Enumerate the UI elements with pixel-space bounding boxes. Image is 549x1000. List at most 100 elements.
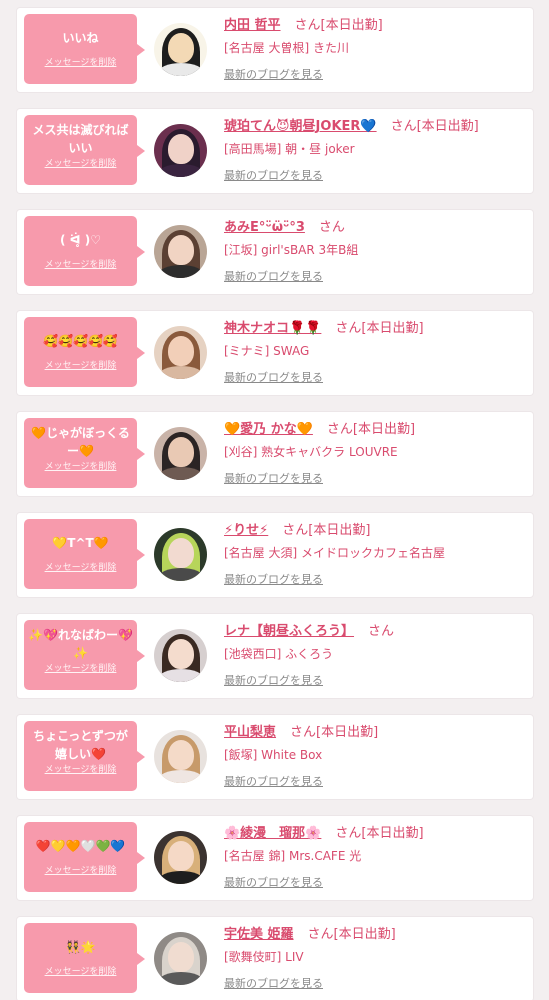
shop-name: [歌舞伎町] LIV	[224, 950, 304, 964]
shop-name: [名古屋 大曽根] きた川	[224, 41, 349, 55]
latest-blog-link[interactable]: 最新のブログを見る	[224, 673, 323, 689]
name-line: 宇佐美 姫羅 さん[本日出勤]	[224, 925, 524, 945]
cast-name-link[interactable]: 🧡愛乃 かな🧡	[224, 422, 313, 437]
cast-info: 宇佐美 姫羅 さん[本日出勤] [歌舞伎町] LIV 最新のブログを見る	[224, 925, 524, 992]
shop-name: [池袋西口] ふくろう	[224, 647, 334, 661]
delete-message-link[interactable]: メッセージを削除	[28, 864, 133, 878]
message-list: いいね メッセージを削除 内田 哲平 さん[本日出勤] [名古屋 大曽根] きた川…	[0, 0, 549, 1000]
honorific: さん	[368, 624, 395, 639]
name-line: 琥珀てん😈朝昼JOKER💙 さん[本日出勤]	[224, 117, 524, 137]
latest-blog-link[interactable]: 最新のブログを見る	[224, 269, 323, 285]
avatar-face	[168, 740, 194, 770]
message-text: 👯🌟	[65, 940, 96, 954]
honorific: さん	[335, 826, 362, 841]
avatar[interactable]	[154, 427, 207, 480]
shop-name: [江坂] girl'sBAR 3年B組	[224, 243, 359, 257]
honorific: さん	[294, 18, 321, 33]
cast-name-link[interactable]: 🌸綾漫 瑠那🌸	[224, 826, 321, 841]
cast-info: レナ【朝昼ふくろう】 さん [池袋西口] ふくろう 最新のブログを見る	[224, 622, 524, 689]
delete-message-link[interactable]: メッセージを削除	[28, 561, 133, 575]
latest-blog-link[interactable]: 最新のブログを見る	[224, 875, 323, 891]
avatar-body	[158, 265, 204, 278]
avatar-body	[158, 164, 204, 177]
avatar[interactable]	[154, 326, 207, 379]
message-bubble: ❤️💛🧡🤍💚💙 メッセージを削除	[24, 822, 145, 892]
message-bubble: 🥰🥰🥰🥰🥰 メッセージを削除	[24, 317, 145, 387]
cast-name-link[interactable]: 平山梨恵	[224, 725, 276, 740]
latest-blog-link[interactable]: 最新のブログを見る	[224, 67, 323, 83]
avatar[interactable]	[154, 528, 207, 581]
delete-message-link[interactable]: メッセージを削除	[28, 258, 133, 272]
latest-blog-link[interactable]: 最新のブログを見る	[224, 471, 323, 487]
latest-blog-link[interactable]: 最新のブログを見る	[224, 370, 323, 386]
avatar[interactable]	[154, 629, 207, 682]
avatar-body	[158, 467, 204, 480]
name-line: ⚡りせ⚡ さん[本日出勤]	[224, 521, 524, 541]
list-item: ❤️💛🧡🤍💚💙 メッセージを削除 🌸綾漫 瑠那🌸 さん[本日出勤] [名古屋 錦]…	[17, 816, 533, 900]
delete-message-link[interactable]: メッセージを削除	[28, 359, 133, 373]
avatar-face	[168, 336, 194, 366]
avatar-face	[168, 639, 194, 669]
avatar[interactable]	[154, 730, 207, 783]
list-item: 👯🌟 メッセージを削除 宇佐美 姫羅 さん[本日出勤] [歌舞伎町] LIV 最新…	[17, 917, 533, 1000]
delete-message-link[interactable]: メッセージを削除	[28, 763, 133, 777]
name-line: レナ【朝昼ふくろう】 さん	[224, 622, 524, 642]
delete-message-link[interactable]: メッセージを削除	[28, 460, 133, 474]
avatar[interactable]	[154, 225, 207, 278]
honorific: さん	[335, 321, 362, 336]
avatar[interactable]	[154, 932, 207, 985]
latest-blog-link[interactable]: 最新のブログを見る	[224, 572, 323, 588]
delete-message-link[interactable]: メッセージを削除	[28, 157, 133, 171]
cast-info: 琥珀てん😈朝昼JOKER💙 さん[本日出勤] [高田馬場] 朝・昼 joker 最…	[224, 117, 524, 184]
shop-name: [飯塚] White Box	[224, 748, 323, 762]
avatar-face	[168, 134, 194, 164]
message-text: ( ᐛ̥ )♡	[60, 233, 101, 247]
message-bubble: 👯🌟 メッセージを削除	[24, 923, 145, 993]
avatar[interactable]	[154, 831, 207, 884]
message-text: ✨💖れなばわー💖✨	[28, 628, 133, 660]
cast-name-link[interactable]: 琥珀てん😈朝昼JOKER💙	[224, 119, 377, 134]
shop-name: [刈谷] 熟女キャバクラ LOUVRE	[224, 445, 398, 459]
message-text: いいね	[62, 31, 99, 45]
cast-info: あみE°ᵕ̈ω̈ᵕ̈°3 さん [江坂] girl'sBAR 3年B組 最新のブロ…	[224, 218, 524, 285]
delete-message-link[interactable]: メッセージを削除	[28, 56, 133, 70]
name-line: 内田 哲平 さん[本日出勤]	[224, 16, 524, 36]
status-badge: [本日出勤]	[308, 523, 371, 538]
list-item: ちょこっとずつが嬉しい❤️ メッセージを削除 平山梨恵 さん[本日出勤] [飯塚]…	[17, 715, 533, 799]
status-badge: [本日出勤]	[316, 725, 379, 740]
avatar-face	[168, 33, 194, 63]
avatar-body	[158, 63, 204, 76]
latest-blog-link[interactable]: 最新のブログを見る	[224, 168, 323, 184]
latest-blog-link[interactable]: 最新のブログを見る	[224, 976, 323, 992]
delete-message-link[interactable]: メッセージを削除	[28, 965, 133, 979]
message-text: 🧡じゃがぼっくるー🧡	[31, 426, 130, 458]
list-item: 🧡じゃがぼっくるー🧡 メッセージを削除 🧡愛乃 かな🧡 さん[本日出勤] [刈谷]…	[17, 412, 533, 496]
avatar-body	[158, 770, 204, 783]
name-line: 🧡愛乃 かな🧡 さん[本日出勤]	[224, 420, 524, 440]
cast-name-link[interactable]: レナ【朝昼ふくろう】	[224, 624, 354, 639]
honorific: さん	[290, 725, 317, 740]
name-line: 平山梨恵 さん[本日出勤]	[224, 723, 524, 743]
latest-blog-link[interactable]: 最新のブログを見る	[224, 774, 323, 790]
avatar[interactable]	[154, 23, 207, 76]
cast-name-link[interactable]: あみE°ᵕ̈ω̈ᵕ̈°3	[224, 220, 305, 235]
cast-name-link[interactable]: ⚡りせ⚡	[224, 523, 268, 538]
avatar-face	[168, 841, 194, 871]
honorific: さん	[326, 422, 353, 437]
cast-name-link[interactable]: 宇佐美 姫羅	[224, 927, 294, 942]
honorific: さん	[390, 119, 417, 134]
avatar-body	[158, 972, 204, 985]
honorific: さん	[318, 220, 345, 235]
list-item: いいね メッセージを削除 内田 哲平 さん[本日出勤] [名古屋 大曽根] きた川…	[17, 8, 533, 92]
delete-message-link[interactable]: メッセージを削除	[28, 662, 133, 676]
message-bubble: メス共は滅びればいい メッセージを削除	[24, 115, 145, 185]
message-text: メス共は滅びればいい	[32, 123, 129, 155]
shop-name: [高田馬場] 朝・昼 joker	[224, 142, 355, 156]
status-badge: [本日出勤]	[320, 18, 383, 33]
cast-name-link[interactable]: 内田 哲平	[224, 18, 281, 33]
cast-name-link[interactable]: 神木ナオコ🌹🌹	[224, 321, 321, 336]
avatar[interactable]	[154, 124, 207, 177]
status-badge: [本日出勤]	[333, 927, 396, 942]
cast-info: 内田 哲平 さん[本日出勤] [名古屋 大曽根] きた川 最新のブログを見る	[224, 16, 524, 83]
avatar-body	[158, 669, 204, 682]
